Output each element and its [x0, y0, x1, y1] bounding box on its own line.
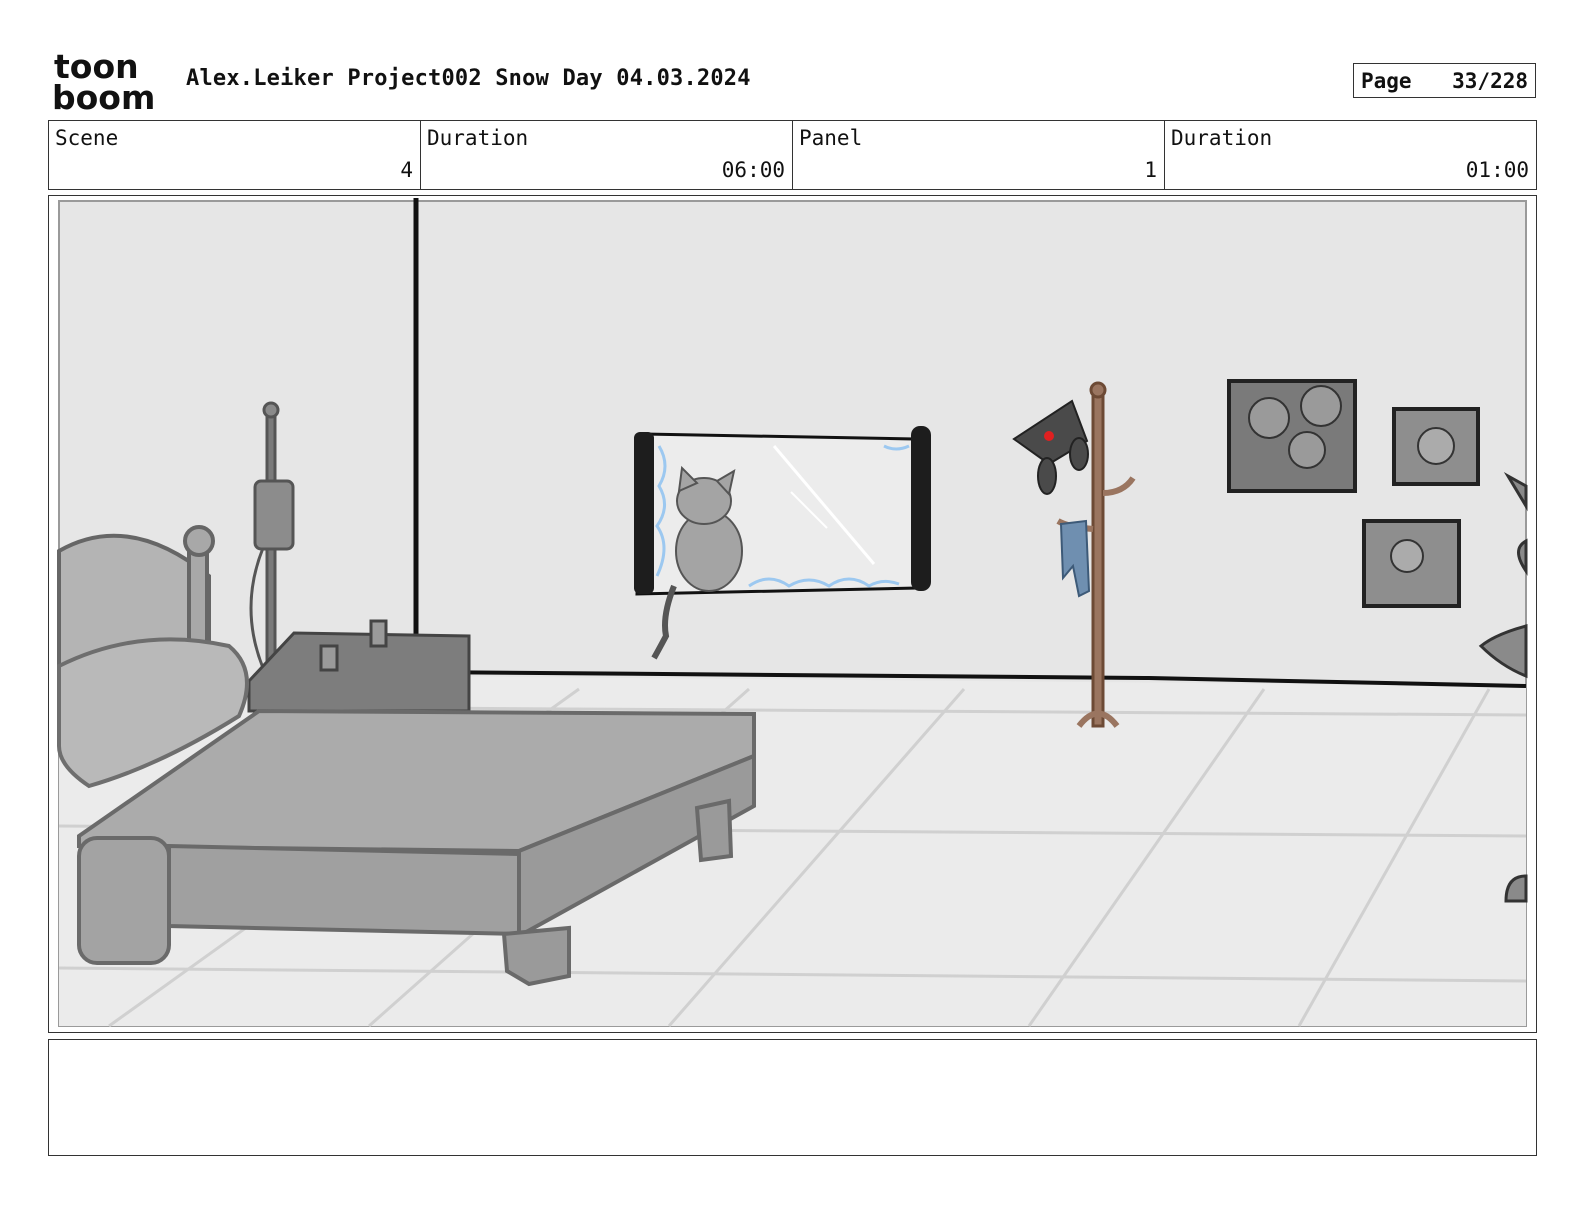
toonboom-logo-mark: toon boom	[52, 50, 155, 112]
panel-info-table: Scene 4 Duration 06:00 Panel 1 Duration …	[48, 120, 1537, 190]
panel-value: 1	[1144, 158, 1157, 182]
scene-value: 4	[400, 158, 413, 182]
panel-duration-cell: Duration 01:00	[1165, 121, 1536, 189]
picture-frame-bear	[1392, 407, 1480, 486]
page-number: 33/228	[1452, 68, 1528, 93]
document-title: Alex.Leiker Project002 Snow Day 04.03.20…	[186, 66, 751, 91]
scene-label: Scene	[55, 126, 119, 150]
picture-frame-flower	[1362, 519, 1461, 608]
panel-label: Panel	[799, 126, 863, 150]
scene-cell: Scene 4	[49, 121, 421, 189]
page-indicator: Page 33/228	[1353, 63, 1536, 98]
scene-duration-value: 06:00	[721, 158, 785, 182]
logo-line2: boom	[52, 78, 155, 112]
panel-illustration	[49, 196, 1536, 1032]
scene-duration-cell: Duration 06:00	[421, 121, 793, 189]
scene-duration-label: Duration	[427, 126, 529, 150]
picture-frame-cats	[1227, 379, 1357, 493]
toonboom-logo: toon boom	[52, 50, 164, 112]
panel-duration-label: Duration	[1171, 126, 1273, 150]
panel-duration-value: 01:00	[1465, 158, 1529, 182]
page-label: Page	[1361, 68, 1412, 93]
storyboard-panel	[48, 195, 1537, 1033]
panel-cell: Panel 1	[793, 121, 1165, 189]
panel-notes-box	[48, 1039, 1537, 1156]
